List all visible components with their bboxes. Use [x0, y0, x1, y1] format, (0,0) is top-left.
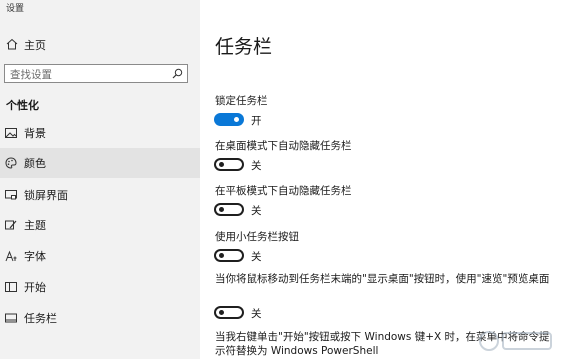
start-icon	[5, 282, 17, 292]
toggle-state-label: 关	[251, 205, 262, 217]
lock-screen-icon	[5, 190, 17, 200]
search-icon[interactable]	[172, 68, 183, 79]
sidebar-item-label: 主题	[24, 219, 46, 232]
search-input[interactable]: 查找设置	[4, 64, 188, 83]
sidebar-item-label: 任务栏	[24, 312, 57, 325]
sidebar-item-label: 锁屏界面	[24, 189, 68, 202]
sidebar-item-label: 颜色	[24, 157, 46, 170]
brush-icon	[5, 220, 17, 230]
palette-icon	[5, 157, 17, 169]
sidebar-item-label: 字体	[24, 250, 46, 263]
toggle-state-label: 开	[251, 115, 262, 127]
sidebar: 设置 主页 查找设置 个性化 背景 颜色 锁屏界面 主题 字体 开始 任务栏	[0, 0, 200, 359]
sidebar-item-home[interactable]: 主页	[0, 33, 200, 57]
search-placeholder: 查找设置	[10, 69, 52, 81]
watermark-logo	[479, 331, 552, 351]
toggle-knob	[219, 207, 224, 212]
toggle-autohide-desktop[interactable]	[214, 158, 244, 171]
toggle-autohide-tablet[interactable]	[214, 203, 244, 216]
taskbar-icon	[5, 313, 17, 323]
toggle-small-buttons[interactable]	[214, 249, 244, 262]
picture-icon	[5, 128, 17, 138]
setting-label-autohide-desktop: 在桌面模式下自动隐藏任务栏	[215, 140, 352, 152]
setting-label-peek: 当你将鼠标移动到任务栏末端的"显示桌面"按钮时，使用"速览"预览桌面	[215, 273, 550, 285]
toggle-knob	[234, 117, 239, 122]
sidebar-item-lock-screen[interactable]: 锁屏界面	[0, 180, 200, 210]
toggle-state-label: 关	[251, 308, 262, 320]
sidebar-item-label: 背景	[24, 127, 46, 140]
sidebar-item-themes[interactable]: 主题	[0, 210, 200, 240]
font-icon	[5, 250, 17, 262]
toggle-state-label: 关	[251, 251, 262, 263]
sidebar-item-fonts[interactable]: 字体	[0, 241, 200, 271]
sidebar-item-background[interactable]: 背景	[0, 118, 200, 148]
toggle-peek[interactable]	[214, 306, 244, 319]
section-title: 个性化	[6, 99, 39, 112]
toggle-lock-taskbar[interactable]	[214, 113, 244, 126]
sidebar-item-label: 主页	[24, 39, 46, 52]
sidebar-item-start[interactable]: 开始	[0, 272, 200, 302]
window-title: 设置	[6, 4, 25, 14]
sidebar-item-colors[interactable]: 颜色	[0, 148, 200, 178]
sidebar-item-taskbar[interactable]: 任务栏	[0, 303, 200, 333]
toggle-state-label: 关	[251, 160, 262, 172]
page-title: 任务栏	[215, 36, 273, 58]
setting-label-autohide-tablet: 在平板模式下自动隐藏任务栏	[215, 185, 352, 197]
home-icon	[6, 38, 18, 50]
toggle-knob	[219, 162, 224, 167]
setting-label-small-buttons: 使用小任务栏按钮	[215, 231, 299, 243]
main-panel: 任务栏 锁定任务栏 开 在桌面模式下自动隐藏任务栏 关 在平板模式下自动隐藏任务…	[200, 0, 567, 359]
toggle-knob	[219, 310, 224, 315]
toggle-knob	[219, 253, 224, 258]
setting-label-lock-taskbar: 锁定任务栏	[215, 95, 268, 107]
sidebar-item-label: 开始	[24, 281, 46, 294]
